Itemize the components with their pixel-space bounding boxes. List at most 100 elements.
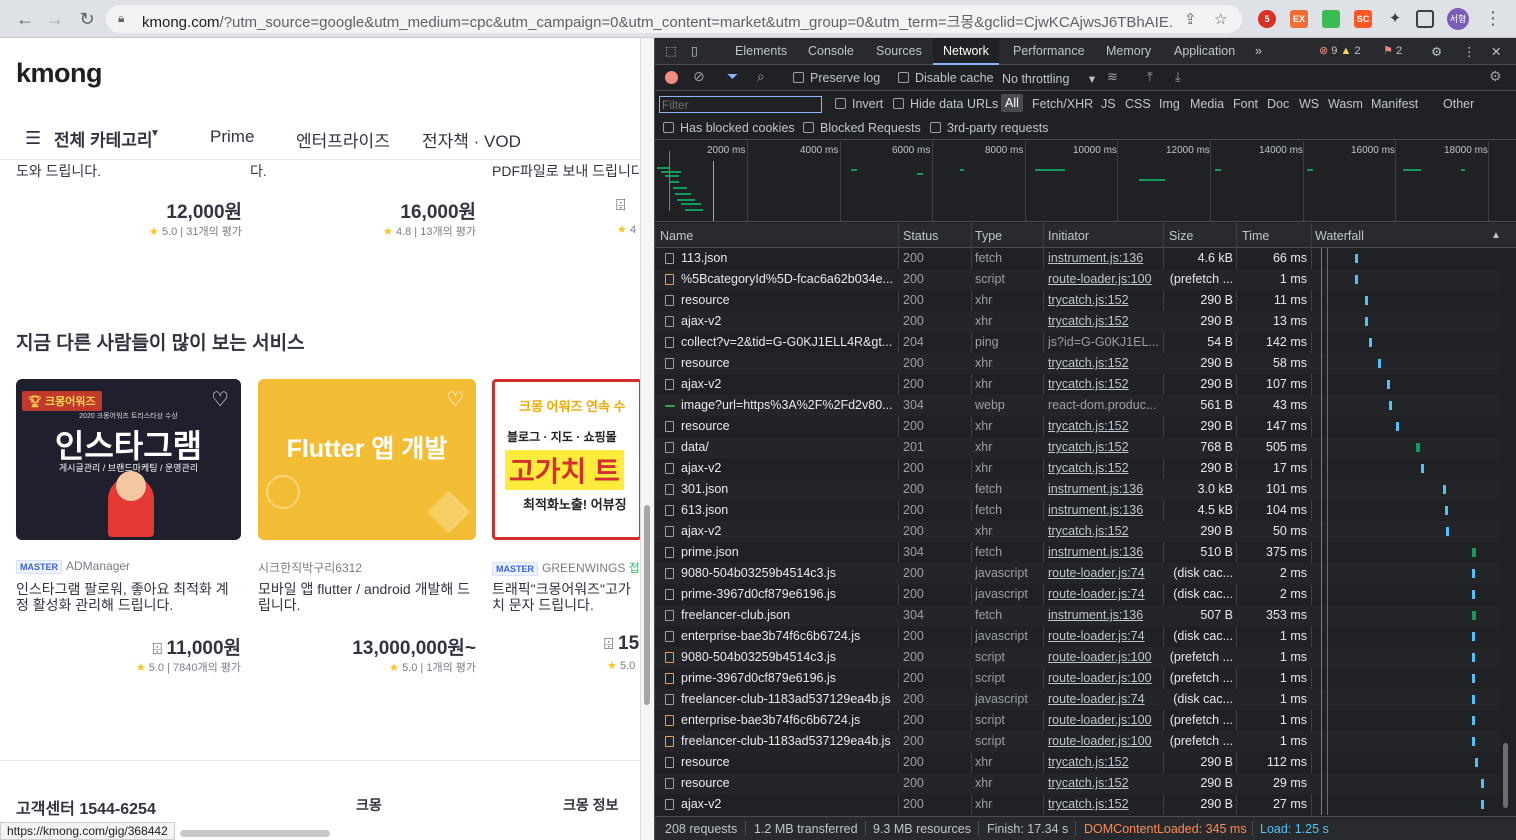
request-initiator[interactable]: trycatch.js:152: [1048, 797, 1160, 811]
col-waterfall[interactable]: Waterfall: [1315, 229, 1364, 243]
footer-link-kmong[interactable]: 크몽: [356, 795, 382, 815]
service-thumbnail[interactable]: Flutter 앱 개발 ♡: [258, 379, 476, 540]
network-overview-timeline[interactable]: 2000 ms 4000 ms 6000 ms 8000 ms 10000 ms…: [655, 141, 1516, 222]
tab-sources[interactable]: Sources: [876, 44, 922, 58]
request-initiator[interactable]: trycatch.js:152: [1048, 293, 1160, 307]
more-tabs-icon[interactable]: »: [1255, 44, 1262, 58]
filter-font[interactable]: Font: [1233, 97, 1258, 111]
seller-name[interactable]: GREENWINGS: [542, 561, 625, 575]
back-icon[interactable]: ←: [14, 8, 36, 30]
request-row[interactable]: freelancer-club-1183ad537129ea4b.js 200 ja…: [655, 689, 1500, 710]
request-initiator[interactable]: trycatch.js:152: [1048, 755, 1160, 769]
service-card[interactable]: 다. 16,000원 ★ 4.8 | 13개의 평가: [250, 161, 476, 238]
tab-performance[interactable]: Performance: [1013, 44, 1085, 58]
request-initiator[interactable]: route-loader.js:100: [1048, 272, 1160, 286]
forward-icon[interactable]: →: [44, 8, 66, 30]
request-row[interactable]: 9080-504b03259b4514c3.js 200 javascript rou…: [655, 563, 1500, 584]
service-title[interactable]: 모바일 앱 flutter / android 개발해 드립니다.: [258, 581, 476, 613]
request-name[interactable]: 613.json: [681, 503, 895, 517]
puzzle-icon[interactable]: ✦: [1386, 10, 1404, 28]
invert-checkbox[interactable]: Invert: [835, 97, 883, 111]
request-row[interactable]: resource 200 xhr trycatch.js:152 290 B 11 ms: [655, 290, 1500, 311]
devtools-splitter[interactable]: [640, 38, 655, 840]
request-row[interactable]: ajax-v2 200 xhr trycatch.js:152 290 B 13 ms: [655, 311, 1500, 332]
request-name[interactable]: image?url=https%3A%2F%2Fd2v80...: [681, 398, 895, 412]
issues-count[interactable]: ⚑ 2: [1383, 44, 1402, 57]
error-count[interactable]: ⊗ 9 ▲ 2: [1319, 44, 1361, 57]
nav-enterprise[interactable]: 엔터프라이즈: [296, 127, 390, 152]
request-row[interactable]: prime-3967d0cf879e6196.js 200 script route-…: [655, 668, 1500, 689]
request-initiator[interactable]: trycatch.js:152: [1048, 461, 1160, 475]
request-name[interactable]: resource: [681, 776, 895, 790]
request-initiator[interactable]: instrument.js:136: [1048, 608, 1160, 622]
blocked-cookies-checkbox[interactable]: Has blocked cookies: [663, 121, 795, 135]
tab-network[interactable]: Network: [933, 38, 999, 65]
request-row[interactable]: enterprise-bae3b74f6c6b6724.js 200 javascr…: [655, 626, 1500, 647]
col-size[interactable]: Size: [1169, 229, 1193, 243]
horizontal-scrollbar[interactable]: [180, 830, 330, 837]
request-name[interactable]: enterprise-bae3b74f6c6b6724.js: [681, 629, 895, 643]
request-name[interactable]: prime.json: [681, 545, 895, 559]
tab-memory[interactable]: Memory: [1106, 44, 1151, 58]
request-name[interactable]: prime-3967d0cf879e6196.js: [681, 587, 895, 601]
disable-cache-checkbox[interactable]: Disable cache: [898, 71, 994, 85]
filter-wasm[interactable]: Wasm: [1328, 97, 1363, 111]
kmong-logo[interactable]: kmong: [16, 58, 103, 89]
request-name[interactable]: resource: [681, 356, 895, 370]
request-initiator[interactable]: route-loader.js:74: [1048, 692, 1160, 706]
request-name[interactable]: 113.json: [681, 251, 895, 265]
request-row[interactable]: ajax-v2 200 xhr trycatch.js:152 290 B 50 ms: [655, 521, 1500, 542]
request-row[interactable]: ajax-v2 200 xhr trycatch.js:152 290 B 17 ms: [655, 458, 1500, 479]
request-initiator[interactable]: trycatch.js:152: [1048, 776, 1160, 790]
inspect-icon[interactable]: ⬚: [665, 43, 677, 58]
request-row[interactable]: %5BcategoryId%5D-fcac6a62b034e... 200 scri…: [655, 269, 1500, 290]
filter-css[interactable]: CSS: [1125, 97, 1151, 111]
extension-ex-icon[interactable]: EX: [1290, 10, 1308, 28]
col-status[interactable]: Status: [903, 229, 938, 243]
request-row[interactable]: 113.json 200 fetch instrument.js:136 4.6 kB 6…: [655, 248, 1500, 269]
service-card[interactable]: 크몽 어워즈 연속 수 블로그 · 지도 · 쇼핑몰 고가치 트 최적화노출! …: [492, 379, 640, 672]
filter-fetch-xhr[interactable]: Fetch/XHR: [1032, 97, 1093, 111]
request-name[interactable]: ajax-v2: [681, 524, 895, 538]
request-initiator[interactable]: route-loader.js:74: [1048, 566, 1160, 580]
record-icon[interactable]: [665, 71, 678, 84]
clear-icon[interactable]: ⊘: [693, 68, 705, 85]
request-name[interactable]: enterprise-bae3b74f6c6b6724.js: [681, 713, 895, 727]
search-icon[interactable]: ⌕: [757, 68, 765, 85]
filter-ws[interactable]: WS: [1299, 97, 1319, 111]
request-row[interactable]: 301.json 200 fetch instrument.js:136 3.0 kB 1…: [655, 479, 1500, 500]
request-row[interactable]: enterprise-bae3b74f6c6b6724.js 200 script r…: [655, 710, 1500, 731]
heart-icon[interactable]: ♡: [211, 387, 229, 412]
request-name[interactable]: collect?v=2&tid=G-G0KJ1ELL4R&gt...: [681, 335, 895, 349]
request-initiator[interactable]: trycatch.js:152: [1048, 440, 1160, 454]
request-row[interactable]: freelancer-club.json 304 fetch instrument.j…: [655, 605, 1500, 626]
request-row[interactable]: prime-3967d0cf879e6196.js 200 javascript ro…: [655, 584, 1500, 605]
seller-name[interactable]: ADManager: [66, 559, 130, 573]
service-card[interactable]: Flutter 앱 개발 ♡ 시크한직박구리6312 모바일 앱 flutter…: [258, 379, 476, 674]
request-name[interactable]: resource: [681, 293, 895, 307]
request-row[interactable]: ajax-v2 200 xhr trycatch.js:152 290 B 107 ms: [655, 374, 1500, 395]
service-thumbnail[interactable]: 크몽 어워즈 연속 수 블로그 · 지도 · 쇼핑몰 고가치 트 최적화노출! …: [492, 379, 640, 540]
nav-ebook-vod[interactable]: 전자책 · VOD: [422, 127, 521, 152]
seller-name[interactable]: 시크한직박구리6312: [258, 561, 362, 575]
filter-js[interactable]: JS: [1101, 97, 1116, 111]
request-initiator[interactable]: route-loader.js:74: [1048, 587, 1160, 601]
request-name[interactable]: freelancer-club-1183ad537129ea4b.js: [681, 734, 895, 748]
bookmark-star-icon[interactable]: ☆: [1214, 10, 1227, 28]
service-card[interactable]: 🏆︎ 크몽어워즈 2020 크몽어워즈 트리스타상 수상 인스타그램 게시글관리…: [16, 379, 241, 674]
browser-menu-icon[interactable]: ⋮: [1484, 8, 1502, 29]
reload-icon[interactable]: ↻: [76, 8, 98, 30]
request-initiator[interactable]: instrument.js:136: [1048, 482, 1160, 496]
chevron-down-icon[interactable]: ▼: [150, 128, 160, 139]
request-name[interactable]: %5BcategoryId%5D-fcac6a62b034e...: [681, 272, 895, 286]
close-icon[interactable]: ✕: [1491, 44, 1501, 59]
footer-link-info[interactable]: 크몽 정보: [563, 795, 618, 815]
request-name[interactable]: ajax-v2: [681, 314, 895, 328]
page-scrollbar[interactable]: [644, 505, 650, 705]
request-name[interactable]: data/: [681, 440, 895, 454]
preserve-log-checkbox[interactable]: Preserve log: [793, 71, 880, 85]
request-initiator[interactable]: route-loader.js:100: [1048, 671, 1160, 685]
request-row[interactable]: 9080-504b03259b4514c3.js 200 script route-l…: [655, 647, 1500, 668]
extension-sc-icon[interactable]: SC: [1354, 10, 1372, 28]
share-icon[interactable]: ⇪: [1184, 10, 1197, 28]
